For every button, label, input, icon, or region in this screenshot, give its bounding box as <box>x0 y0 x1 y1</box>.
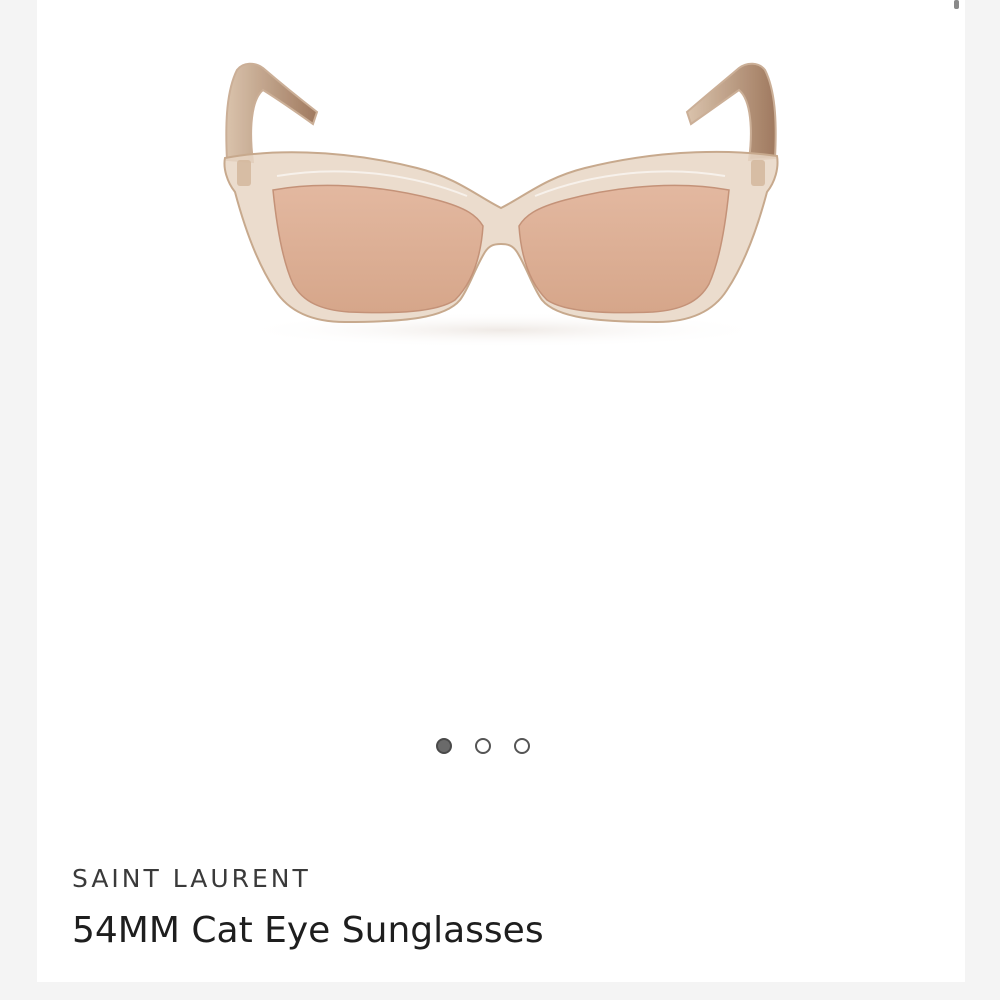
gallery-dot-1[interactable] <box>435 738 452 754</box>
product-brand[interactable]: SAINT LAURENT <box>72 864 311 893</box>
scrollbar[interactable] <box>954 0 959 9</box>
gallery-dot-3[interactable] <box>513 738 530 754</box>
product-image[interactable] <box>37 0 965 420</box>
image-gallery[interactable] <box>37 0 965 754</box>
product-page: SAINT LAURENT 54MM Cat Eye Sunglasses <box>0 0 1000 1000</box>
gallery-dot-2[interactable] <box>474 738 491 754</box>
gallery-pagination <box>0 738 928 760</box>
page-bottom-divider <box>0 982 1000 1000</box>
product-title: 54MM Cat Eye Sunglasses <box>72 910 544 951</box>
product-card: SAINT LAURENT 54MM Cat Eye Sunglasses <box>37 0 965 982</box>
